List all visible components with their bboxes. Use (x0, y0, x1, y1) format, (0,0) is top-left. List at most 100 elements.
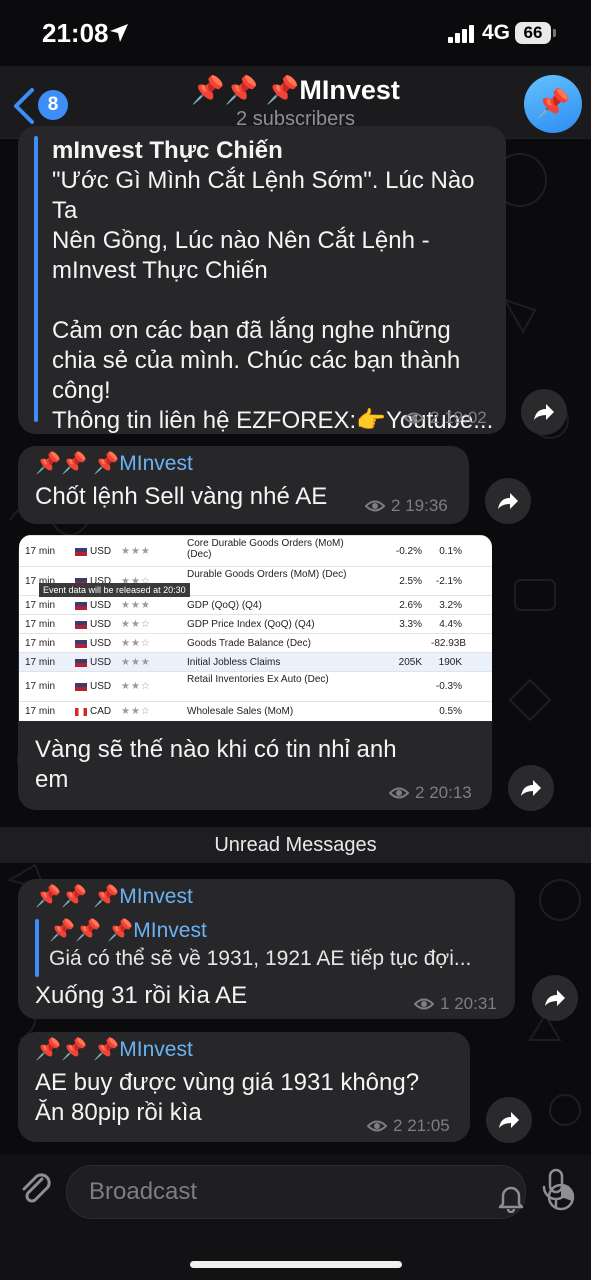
calendar-time: 17 min (25, 638, 56, 649)
message-line: chia sẻ của mình. Chúc các bạn thành (52, 347, 461, 374)
message-meta: 2 19:02 (404, 408, 487, 428)
country-flag-icon (75, 548, 87, 556)
calendar-event: Durable Goods Orders (MoM) (Dec) (187, 569, 347, 580)
forward-button[interactable] (508, 765, 554, 811)
calendar-row: 17 min USD ★★★ 2.6% 3.2% GDP (QoQ) (Q4) (19, 595, 492, 615)
country-flag-icon (75, 621, 87, 629)
view-count: 1 (440, 994, 450, 1013)
message-line: công! (52, 377, 111, 404)
calendar-currency: USD (90, 638, 112, 649)
message-text: Xuống 31 rồi kìa AE (35, 982, 248, 1009)
calendar-forecast: -2.1% (435, 576, 462, 587)
country-flag-icon (75, 708, 87, 716)
message-line: "Ước Gì Mình Cắt Lệnh Sớm". Lúc Nào Ta (52, 167, 475, 224)
calendar-event: Initial Jobless Claims (187, 657, 281, 668)
forward-button[interactable] (486, 1097, 532, 1143)
forward-arrow-icon (499, 1112, 519, 1128)
calendar-row: 17 min CAD ★★☆ 0.5% Wholesale Sales (MoM) (19, 701, 492, 721)
message-bubble[interactable]: 📌📌 📌MInvest AE buy được vùng giá 1931 kh… (18, 1032, 470, 1142)
calendar-currency: USD (90, 546, 112, 557)
forward-button[interactable] (485, 478, 531, 524)
calendar-currency: CAD (90, 706, 112, 717)
forward-arrow-icon (545, 990, 565, 1006)
calendar-forecast: 0.1% (439, 546, 462, 557)
calendar-row: 17 min USD ★★★ -0.2% 0.1% Core Durable Goods … (19, 535, 492, 567)
calendar-event: Wholesale Sales (MoM) (187, 706, 294, 717)
message-text: mInvest Thực Chiến "Ước Gì Mình Cắt Lệnh… (52, 136, 502, 436)
reply-quote-bar (35, 919, 39, 977)
calendar-importance: ★★★ (121, 546, 151, 557)
message-time: 19:02 (444, 408, 487, 427)
calendar-event: GDP (QoQ) (Q4) (187, 600, 262, 611)
message-time: 21:05 (407, 1116, 450, 1135)
calendar-importance: ★★☆ (121, 681, 151, 692)
calendar-forecast: 3.2% (439, 600, 462, 611)
country-flag-icon (75, 683, 87, 691)
status-bar: 21:08 4G 66 (0, 0, 591, 66)
calendar-importance: ★★★ (121, 657, 151, 668)
message-bubble[interactable]: 📌📌 📌MInvest Chốt lệnh Sell vàng nhé AE 2… (18, 446, 469, 524)
calendar-forecast: -82.93B (431, 638, 467, 649)
battery-level: 66 (515, 22, 551, 44)
view-count: 2 (391, 496, 401, 515)
forward-button[interactable] (532, 975, 578, 1021)
forward-button[interactable] (521, 389, 567, 435)
reply-quote-sender[interactable]: 📌📌 📌MInvest (49, 919, 207, 943)
microphone-icon[interactable] (538, 1167, 574, 1211)
network-type: 4G (482, 21, 511, 44)
calendar-time: 17 min (25, 600, 56, 611)
calendar-actual: 3.3% (399, 619, 422, 630)
broadcast-placeholder: Broadcast (89, 1178, 198, 1205)
calendar-event: Retail Inventories Ex Auto (Dec) (187, 674, 329, 685)
calendar-time: 17 min (25, 706, 56, 717)
calendar-currency: USD (90, 681, 112, 692)
message-time: 19:36 (405, 496, 448, 515)
views-eye-icon (404, 412, 424, 424)
message-bubble[interactable]: mInvest Thực Chiến "Ước Gì Mình Cắt Lệnh… (18, 126, 506, 434)
message-sender[interactable]: 📌📌 📌MInvest (35, 1038, 193, 1062)
country-flag-icon (75, 602, 87, 610)
view-count: 2 (393, 1116, 403, 1135)
message-sender[interactable]: 📌📌 📌MInvest (35, 452, 193, 476)
broadcast-input[interactable]: Broadcast (66, 1165, 575, 1219)
channel-avatar[interactable]: 📌 (524, 75, 582, 133)
home-indicator[interactable] (190, 1261, 402, 1268)
calendar-time: 17 min (25, 546, 56, 557)
country-flag-icon (75, 659, 87, 667)
calendar-event: Core Durable Goods Orders (MoM) (Dec) (187, 538, 344, 560)
calendar-event: GDP Price Index (QoQ) (Q4) (187, 619, 315, 630)
preview-title: mInvest Thực Chiến (52, 137, 283, 164)
calendar-row: 17 min USD ★★★ 205K 190K Initial Jobless Clai… (19, 652, 492, 672)
attachment-paperclip-icon[interactable] (14, 1167, 56, 1209)
message-line: AE buy được vùng giá 1931 không? (35, 1069, 420, 1096)
message-line: Vàng sẽ thế nào khi có tin nhỉ anh (35, 736, 397, 763)
message-time: 20:13 (429, 783, 472, 802)
message-meta: 1 20:31 (414, 994, 497, 1014)
message-meta: 2 20:13 (389, 783, 472, 803)
status-time: 21:08 (42, 18, 109, 48)
message-line: Cảm ơn các bạn đã lắng nghe những (52, 317, 451, 344)
calendar-forecast: 0.5% (439, 706, 462, 717)
calendar-row: 17 min USD ★★☆ -0.3% Retail Inventories Ex A… (19, 671, 492, 702)
views-eye-icon (367, 1120, 387, 1132)
view-count: 2 (415, 783, 425, 802)
calendar-actual: 2.6% (399, 600, 422, 611)
message-line: mInvest Thực Chiến (52, 257, 268, 284)
calendar-actual: -0.2% (395, 546, 422, 557)
message-line: Nên Gồng, Lúc nào Nên Cắt Lệnh - (52, 227, 430, 254)
views-eye-icon (389, 787, 409, 799)
calendar-currency: USD (90, 619, 112, 630)
calendar-currency: USD (90, 657, 112, 668)
economic-calendar-image[interactable]: 17 min USD ★★★ -0.2% 0.1% Core Durable Goods … (19, 535, 492, 721)
channel-title[interactable]: 📌📌 📌MInvest (0, 74, 591, 106)
reply-quote-text[interactable]: Giá có thể sẽ về 1931, 1921 AE tiếp tục … (49, 947, 471, 971)
message-time: 20:31 (454, 994, 497, 1013)
calendar-row: 17 min USD ★★☆ 3.3% 4.4% GDP Price Index (QoQ… (19, 614, 492, 634)
calendar-tooltip: Event data will be released at 20:30 (39, 583, 190, 597)
message-bubble[interactable]: 📌📌 📌MInvest 📌📌 📌MInvest Giá có thể sẽ về… (18, 879, 515, 1019)
notification-bell-icon[interactable] (495, 1181, 527, 1213)
calendar-event: Goods Trade Balance (Dec) (187, 638, 311, 649)
calendar-row: 17 min USD ★★☆ -82.93B Goods Trade Balance (… (19, 633, 492, 653)
view-count: 2 (430, 408, 440, 427)
message-sender[interactable]: 📌📌 📌MInvest (35, 885, 193, 909)
